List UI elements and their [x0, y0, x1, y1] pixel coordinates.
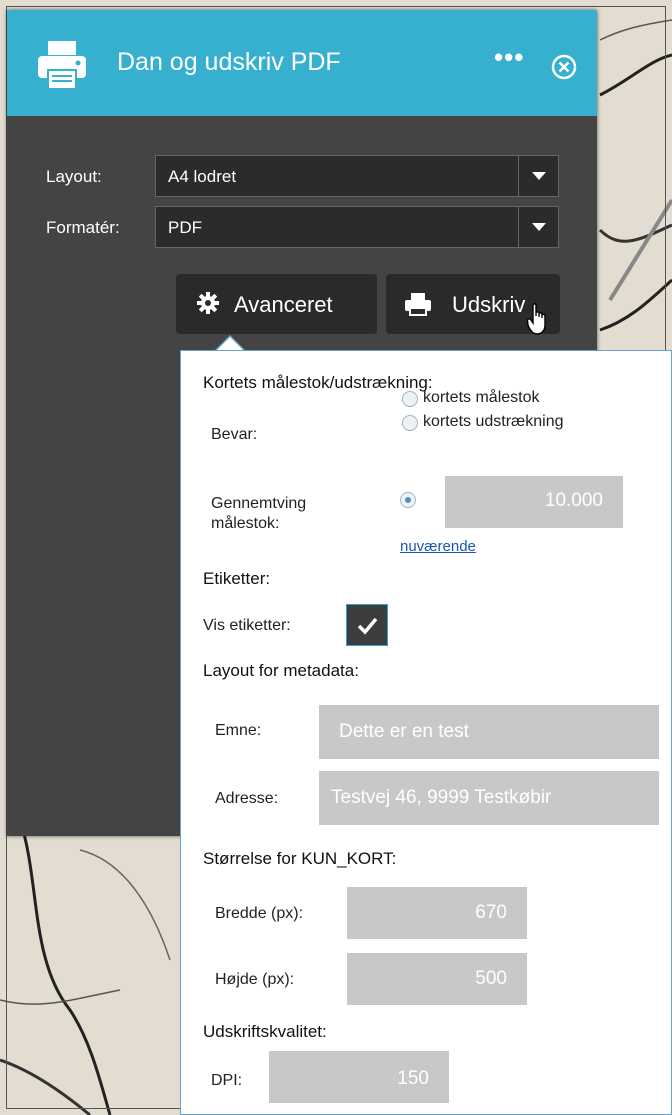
- popup-caret: [214, 335, 246, 351]
- advanced-button[interactable]: Avanceret: [176, 274, 377, 334]
- height-input[interactable]: 500: [347, 953, 527, 1005]
- chevron-down-icon[interactable]: [518, 207, 558, 247]
- subject-label: Emne:: [215, 722, 262, 739]
- printer-icon: [38, 41, 86, 90]
- current-scale-link[interactable]: nuværende: [400, 538, 476, 555]
- force-scale-label-line2: målestok:: [211, 515, 280, 532]
- map-size-heading: Størrelse for KUN_KORT:: [203, 849, 397, 868]
- layout-value: A4 lodret: [168, 167, 237, 186]
- radio-preserve-extent[interactable]: [402, 415, 418, 431]
- format-select[interactable]: PDF: [155, 206, 559, 248]
- width-value: 670: [475, 902, 507, 923]
- address-value: Testvej 46, 9999 Testkøbir: [331, 787, 552, 808]
- hand-cursor-icon: [527, 303, 546, 335]
- force-scale-input[interactable]: 10.000: [445, 476, 623, 528]
- width-input[interactable]: 670: [347, 887, 527, 939]
- labels-heading: Etiketter:: [203, 569, 271, 588]
- layout-label: Layout:: [46, 167, 102, 186]
- address-input[interactable]: Testvej 46, 9999 Testkøbir: [319, 771, 659, 825]
- format-value: PDF: [168, 218, 202, 237]
- quality-heading: Udskriftskvalitet:: [203, 1022, 327, 1041]
- subject-input[interactable]: Dette er en test: [319, 705, 659, 759]
- chevron-down-icon[interactable]: [518, 156, 558, 196]
- dpi-value: 150: [397, 1068, 429, 1089]
- gear-icon: [197, 292, 219, 314]
- dpi-input[interactable]: 150: [269, 1051, 449, 1103]
- show-labels-checkbox[interactable]: [346, 604, 388, 646]
- scale-heading: Kortets målestok/udstrækning:: [203, 373, 433, 392]
- advanced-options-popup: Kortets målestok/udstrækning: Bevar: kor…: [180, 350, 672, 1115]
- preserve-label: Bevar:: [211, 426, 258, 443]
- preserve-extent-label[interactable]: kortets udstrækning: [423, 413, 564, 431]
- radio-preserve-scale[interactable]: [402, 391, 418, 407]
- radio-force-scale[interactable]: [400, 492, 416, 508]
- show-labels-label: Vis etiketter:: [203, 617, 291, 634]
- panel-header: Dan og udskriv PDF •••: [7, 10, 597, 116]
- dpi-label: DPI:: [211, 1072, 243, 1089]
- panel-title: Dan og udskriv PDF: [117, 48, 341, 76]
- force-scale-value: 10.000: [544, 490, 603, 511]
- subject-value: Dette er en test: [339, 721, 469, 742]
- metadata-heading: Layout for metadata:: [203, 661, 359, 680]
- print-button-label: Udskriv: [452, 292, 526, 317]
- more-options-button[interactable]: •••: [494, 42, 524, 73]
- checkmark-icon: [357, 617, 378, 635]
- advanced-button-label: Avanceret: [234, 292, 333, 317]
- layout-select[interactable]: A4 lodret: [155, 155, 559, 197]
- close-icon[interactable]: [551, 54, 577, 80]
- width-label: Bredde (px):: [215, 905, 304, 922]
- height-value: 500: [475, 968, 507, 989]
- height-label: Højde (px):: [215, 971, 295, 988]
- print-icon: [405, 293, 431, 316]
- address-label: Adresse:: [215, 790, 279, 807]
- force-scale-label-line1: Gennemtving: [211, 495, 307, 512]
- format-label: Formatér:: [46, 218, 120, 237]
- preserve-scale-label[interactable]: kortets målestok: [423, 389, 539, 407]
